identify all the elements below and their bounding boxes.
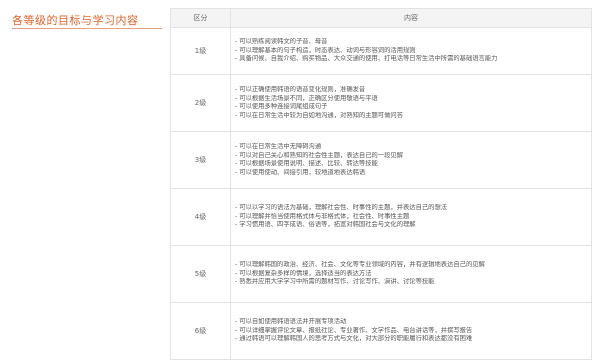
content-cell: - 可以正确使用韩语的语音变化规则，准确发音 - 可以根据生活场景不同，正确区分… bbox=[230, 74, 592, 132]
table-row: 3级 - 可以在日常生活中无障碍沟通 - 可以对自己关心和熟知的社会性主题，表达… bbox=[170, 131, 592, 189]
table-header-row: 区分 内容 bbox=[170, 8, 592, 28]
content-cell: - 可以熟练阅读韩文的子音、母音 - 可以理解基本的句子构造，时态表达、动词与形… bbox=[230, 27, 592, 75]
content-line: - 可以在日常生活中无障碍沟通 bbox=[235, 143, 322, 150]
level-cell: 5级 bbox=[170, 245, 231, 303]
level-cell: 4级 bbox=[170, 188, 231, 246]
table-row: 6级 - 可以自如使用韩语语法并开展专项活动 - 可以详细掌握评论文章、报纸社论… bbox=[170, 302, 592, 360]
level-cell: 3级 bbox=[170, 131, 231, 189]
content-line: - 可以详细掌握评论文章、报纸社论、专业著作、文学作品、电台讲话等，并撰写报告 bbox=[235, 326, 473, 334]
section-title-underline bbox=[12, 28, 162, 29]
content-cell: - 可以以学习的语法为基础，理解社会性、时事性的主题，并表达自己的想法 - 可以… bbox=[230, 188, 592, 246]
level-goals-table: 区分 内容 1级 - 可以熟练阅读韩文的子音、母音 - 可以理解基本的句子构造，… bbox=[170, 8, 592, 360]
content-line: - 可以理解韩国的政治、经济、社会、文化等专业领域的内容，并有逻辑地表达自己的见… bbox=[235, 261, 485, 269]
content-cell: - 可以在日常生活中无障碍沟通 - 可以对自己关心和熟知的社会性主题，表达自己的… bbox=[230, 131, 592, 189]
content-cell: - 可以理解韩国的政治、经济、社会、文化等专业领域的内容，并有逻辑地表达自己的见… bbox=[230, 245, 592, 303]
table-row: 2级 - 可以正确使用韩语的语音变化规则，准确发音 - 可以根据生活场景不同，正… bbox=[170, 74, 592, 132]
content-line: - 可以熟练阅读韩文的子音、母音 bbox=[235, 38, 328, 46]
content-line: - 可以根据场景使用说明、描述、比较、转达等技能 bbox=[235, 160, 378, 167]
column-header-level: 区分 bbox=[170, 8, 231, 28]
content-line: - 可以根据复杂多样的情境，选择适当的表达方法 bbox=[235, 269, 372, 277]
content-line: - 可以在日常生活中较为自如地沟通，对熟知的主题可做问答 bbox=[235, 111, 403, 119]
content-line: - 可以正确使用韩语的语音变化规则，准确发音 bbox=[235, 86, 366, 93]
content-line: - 可以自如使用韩语语法并开展专项活动 bbox=[235, 318, 347, 326]
content-line: - 可以理解并恰当使用格式体与非格式体，社会性、时事性主题 bbox=[235, 212, 410, 220]
content-line: - 学习惯用语、四字成语、俗语等，拓宽对韩国社会与文化的理解 bbox=[235, 221, 416, 229]
content-line: - 可以根据生活场景不同，正确区分使用敬语与平语 bbox=[235, 94, 378, 102]
content-line: - 可以使用使动、间接引用，较地道地表达韩语 bbox=[235, 168, 366, 176]
content-line: - 可以使用多种连接词尾组成句子 bbox=[235, 103, 328, 110]
table-row: 1级 - 可以熟练阅读韩文的子音、母音 - 可以理解基本的句子构造，时态表达、动… bbox=[170, 27, 592, 75]
content-line: - 通过韩语可以理解韩国人的思考方式与文化，对大部分的职能履行和表达都没有困难 bbox=[235, 335, 473, 343]
table-row: 4级 - 可以以学习的语法为基础，理解社会性、时事性的主题，并表达自己的想法 -… bbox=[170, 188, 592, 246]
table-row: 5级 - 可以理解韩国的政治、经济、社会、文化等专业领域的内容，并有逻辑地表达自… bbox=[170, 245, 592, 303]
content-cell: - 可以自如使用韩语语法并开展专项活动 - 可以详细掌握评论文章、报纸社论、专业… bbox=[230, 302, 592, 360]
level-cell: 6级 bbox=[170, 302, 231, 360]
content-line: - 可以对自己关心和熟知的社会性主题，表达自己的一段见解 bbox=[235, 151, 403, 159]
content-line: - 可以理解基本的句子构造，时态表达、动词与形容词的活用规则 bbox=[235, 46, 416, 54]
column-header-content: 内容 bbox=[230, 8, 592, 28]
content-line: - 可以以学习的语法为基础，理解社会性、时事性的主题，并表达自己的想法 bbox=[235, 204, 448, 212]
content-line: - 具备问候、自我介绍、购买物品、大众交通的使用、打电话等日常生活中所需的基础语… bbox=[235, 55, 498, 63]
section-title: 各等级的目标与学习内容 bbox=[12, 14, 139, 27]
content-line: - 熟悉并应用大学学习中所需的题材写作、讨论写作、演讲、讨论等技能 bbox=[235, 278, 435, 286]
level-cell: 2级 bbox=[170, 74, 231, 132]
level-cell: 1级 bbox=[170, 27, 231, 75]
